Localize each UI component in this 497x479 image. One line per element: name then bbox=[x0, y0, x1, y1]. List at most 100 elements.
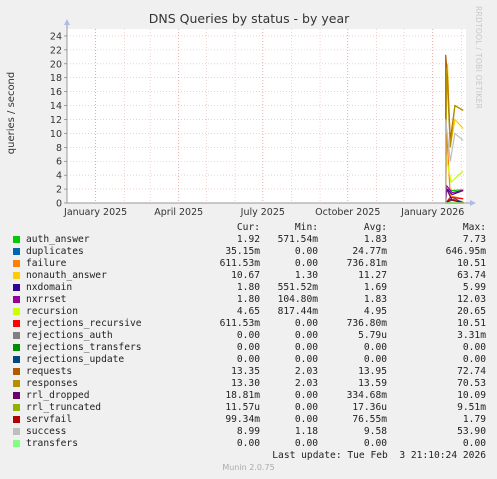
legend-max: 7.73 bbox=[462, 234, 486, 245]
legend-row: rejections_transfers 0.00 0.00 0.00 0.00 bbox=[0, 342, 497, 354]
legend-max: 12.03 bbox=[457, 294, 486, 305]
y-tick-label: 6 bbox=[56, 157, 62, 168]
legend-avg: 13.95 bbox=[358, 366, 387, 377]
y-axis-label: queries / second bbox=[6, 72, 17, 154]
legend-name: rejections_update bbox=[26, 354, 125, 365]
legend-name: servfail bbox=[26, 414, 73, 425]
legend-avg: 1.69 bbox=[363, 282, 387, 293]
legend-cur: 10.67 bbox=[231, 270, 260, 281]
legend-min: 0.00 bbox=[294, 258, 318, 269]
legend-avg: 736.80m bbox=[346, 318, 387, 329]
legend-avg: 0.00 bbox=[363, 342, 387, 353]
legend-swatch bbox=[13, 248, 20, 255]
legend-swatch bbox=[13, 284, 20, 291]
y-tick-label: 8 bbox=[56, 143, 62, 154]
chart-title: DNS Queries by status - by year bbox=[149, 11, 350, 26]
legend-name: nxdomain bbox=[26, 282, 73, 293]
legend-row: rrl_truncated 11.57u 0.00 17.36u 9.51m bbox=[0, 402, 497, 414]
legend-min: 571.54m bbox=[277, 234, 318, 245]
legend-max: 646.95m bbox=[445, 246, 486, 257]
legend-cur: 611.53m bbox=[219, 258, 260, 269]
legend-avg: 17.36u bbox=[352, 402, 387, 413]
legend-swatch bbox=[13, 344, 20, 351]
legend-row: success 8.99 1.18 9.58 53.90 bbox=[0, 426, 497, 438]
legend-cur: 13.30 bbox=[231, 378, 260, 389]
x-tick-label: January 2025 bbox=[63, 207, 127, 218]
legend-min: 0.00 bbox=[294, 318, 318, 329]
legend-name: recursion bbox=[26, 306, 78, 317]
legend-row: nonauth_answer 10.67 1.30 11.27 63.74 bbox=[0, 270, 497, 282]
legend-name: rejections_transfers bbox=[26, 342, 142, 353]
legend-min: 0.00 bbox=[294, 342, 318, 353]
legend-row: recursion 4.65 817.44m 4.95 20.65 bbox=[0, 306, 497, 318]
legend-max: 10.51 bbox=[457, 258, 486, 269]
legend-row: rejections_recursive 611.53m 0.00 736.80m 10… bbox=[0, 318, 497, 330]
y-tick-label: 18 bbox=[50, 73, 62, 84]
legend-name: duplicates bbox=[26, 246, 84, 257]
legend-swatch bbox=[13, 296, 20, 303]
y-tick-label: 14 bbox=[50, 101, 62, 112]
legend-min: 0.00 bbox=[294, 438, 318, 449]
legend-avg: 1.83 bbox=[363, 234, 387, 245]
x-tick-label: July 2025 bbox=[240, 207, 285, 218]
legend-max: 9.51m bbox=[457, 402, 486, 413]
legend-name: requests bbox=[26, 366, 73, 377]
legend-row: transfers 0.00 0.00 0.00 0.00 bbox=[0, 438, 497, 450]
legend-name: rrl_truncated bbox=[26, 402, 102, 413]
x-tick-label: April 2025 bbox=[154, 207, 203, 218]
legend-cur: 611.53m bbox=[219, 318, 260, 329]
legend-max: 53.90 bbox=[457, 426, 486, 437]
legend-min: 2.03 bbox=[294, 366, 318, 377]
legend-cur: 13.35 bbox=[231, 366, 260, 377]
column-header-avg: Avg: bbox=[363, 222, 387, 233]
y-tick-label: 24 bbox=[50, 31, 62, 42]
legend-swatch bbox=[13, 236, 20, 243]
legend-swatch bbox=[13, 332, 20, 339]
legend-max: 5.99 bbox=[462, 282, 486, 293]
y-tick-label: 0 bbox=[56, 199, 62, 210]
legend-row: auth_answer 1.92 571.54m 1.83 7.73 bbox=[0, 234, 497, 246]
legend-cur: 1.92 bbox=[236, 234, 260, 245]
plot-area bbox=[67, 29, 466, 203]
column-header-min: Min: bbox=[294, 222, 318, 233]
grid-layer bbox=[67, 29, 466, 203]
legend-min: 104.80m bbox=[277, 294, 318, 305]
legend-name: transfers bbox=[26, 438, 78, 449]
legend-name: rrl_dropped bbox=[26, 390, 90, 401]
legend-row: duplicates 35.15m 0.00 24.77m 646.95m bbox=[0, 246, 497, 258]
legend-row: failure 611.53m 0.00 736.81m 10.51 bbox=[0, 258, 497, 270]
legend-row: requests 13.35 2.03 13.95 72.74 bbox=[0, 366, 497, 378]
legend-row: responses 13.30 2.03 13.59 70.53 bbox=[0, 378, 497, 390]
rrdtool-credit: RRDTOOL / TOBI OETIKER bbox=[474, 6, 483, 110]
legend-cur: 0.00 bbox=[236, 342, 260, 353]
legend-row: nxrrset 1.80 104.80m 1.83 12.03 bbox=[0, 294, 497, 306]
legend-cur: 1.80 bbox=[236, 294, 260, 305]
legend-avg: 4.95 bbox=[363, 306, 387, 317]
y-tick-label: 12 bbox=[50, 115, 62, 126]
legend-max: 10.09 bbox=[457, 390, 486, 401]
legend-swatch bbox=[13, 260, 20, 267]
y-tick-label: 2 bbox=[56, 185, 62, 196]
legend-min: 0.00 bbox=[294, 402, 318, 413]
y-tick-label: 10 bbox=[50, 129, 62, 140]
legend-swatch bbox=[13, 440, 20, 447]
legend-row: rejections_update 0.00 0.00 0.00 0.00 bbox=[0, 354, 497, 366]
legend-min: 551.52m bbox=[277, 282, 318, 293]
legend-avg: 24.77m bbox=[352, 246, 387, 257]
legend-name: rejections_auth bbox=[26, 330, 113, 341]
legend-cur: 0.00 bbox=[236, 354, 260, 365]
legend-max: 10.51 bbox=[457, 318, 486, 329]
legend-max: 63.74 bbox=[457, 270, 486, 281]
last-update: Last update: Tue Feb 3 21:10:24 2026 bbox=[272, 450, 486, 461]
legend-row: servfail 99.34m 0.00 76.55m 1.79 bbox=[0, 414, 497, 426]
y-tick-label: 22 bbox=[50, 45, 62, 56]
legend-max: 0.00 bbox=[462, 438, 486, 449]
x-tick-label: October 2025 bbox=[315, 207, 380, 218]
legend-swatch bbox=[13, 356, 20, 363]
legend-avg: 334.68m bbox=[346, 390, 387, 401]
legend-min: 0.00 bbox=[294, 354, 318, 365]
legend-swatch bbox=[13, 272, 20, 279]
legend-cur: 4.65 bbox=[236, 306, 260, 317]
legend-cur: 1.80 bbox=[236, 282, 260, 293]
legend-max: 3.31m bbox=[457, 330, 486, 341]
